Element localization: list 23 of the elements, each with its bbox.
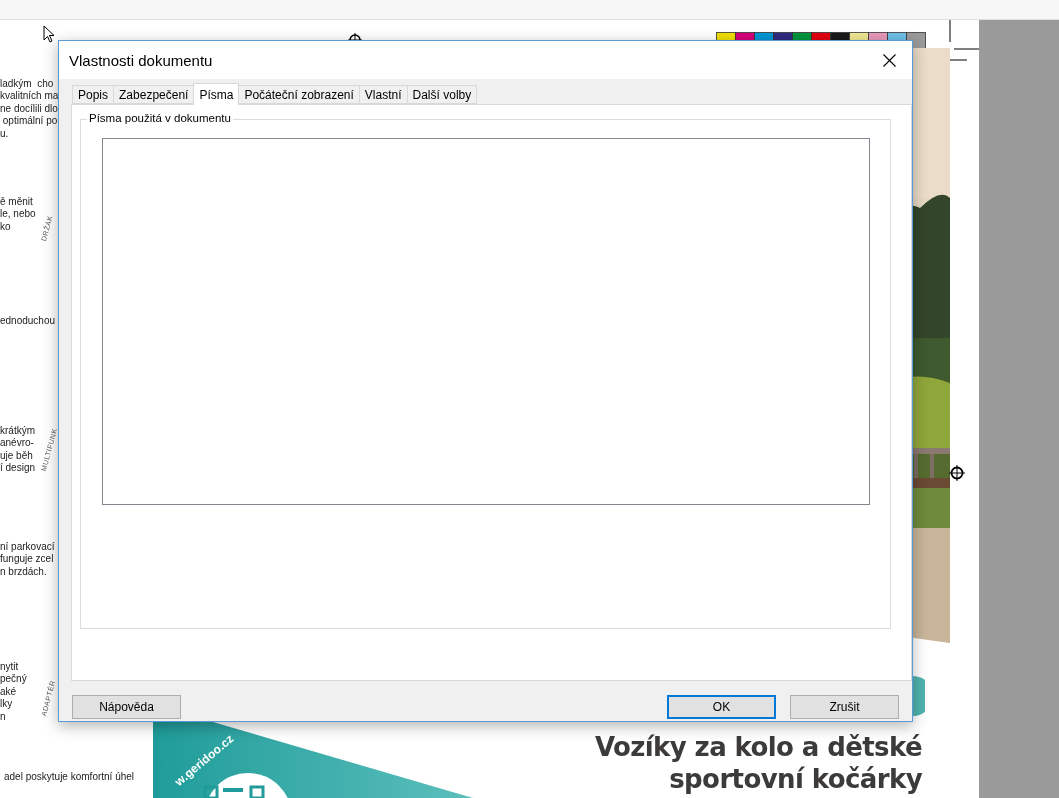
tab[interactable]: Písma bbox=[193, 83, 240, 105]
paragraph: nytit pečný aké lky n bbox=[0, 661, 27, 724]
cancel-button[interactable]: Zrušit bbox=[790, 695, 899, 719]
tab[interactable]: Počáteční zobrazení bbox=[238, 85, 360, 104]
help-button[interactable]: Nápověda bbox=[72, 695, 181, 719]
tab[interactable]: Zabezpečení bbox=[113, 85, 195, 104]
tab[interactable]: Vlastní bbox=[358, 85, 408, 104]
ok-button[interactable]: OK bbox=[667, 695, 776, 719]
headline: Vozíky za kolo a dětské sportovní kočárky bbox=[594, 731, 922, 795]
paragraph: ě měnit le, nebo ko bbox=[0, 196, 36, 234]
window-title: Vlastnosti dokumentu bbox=[69, 51, 213, 69]
close-icon bbox=[882, 53, 896, 67]
paragraph: ladkým cho kvalitních ma ne docílili dlo optimální po u. bbox=[0, 78, 59, 141]
tab[interactable]: Další volby bbox=[406, 85, 478, 104]
circle-drawing bbox=[913, 676, 925, 716]
crosshair-icon bbox=[949, 465, 965, 481]
paragraph: adel poskytuje komfortní úhel bbox=[4, 771, 135, 784]
group-label: Písma použitá v dokumentu bbox=[87, 112, 233, 124]
paragraph: ní parkovací funguje zcel n brzdách. bbox=[0, 541, 55, 579]
tab[interactable]: Popis bbox=[72, 85, 115, 104]
paragraph: krátkým anévro- uje běh í design bbox=[0, 425, 36, 475]
cursor-icon bbox=[43, 25, 55, 43]
paragraph: ednoduchou bbox=[0, 315, 56, 328]
